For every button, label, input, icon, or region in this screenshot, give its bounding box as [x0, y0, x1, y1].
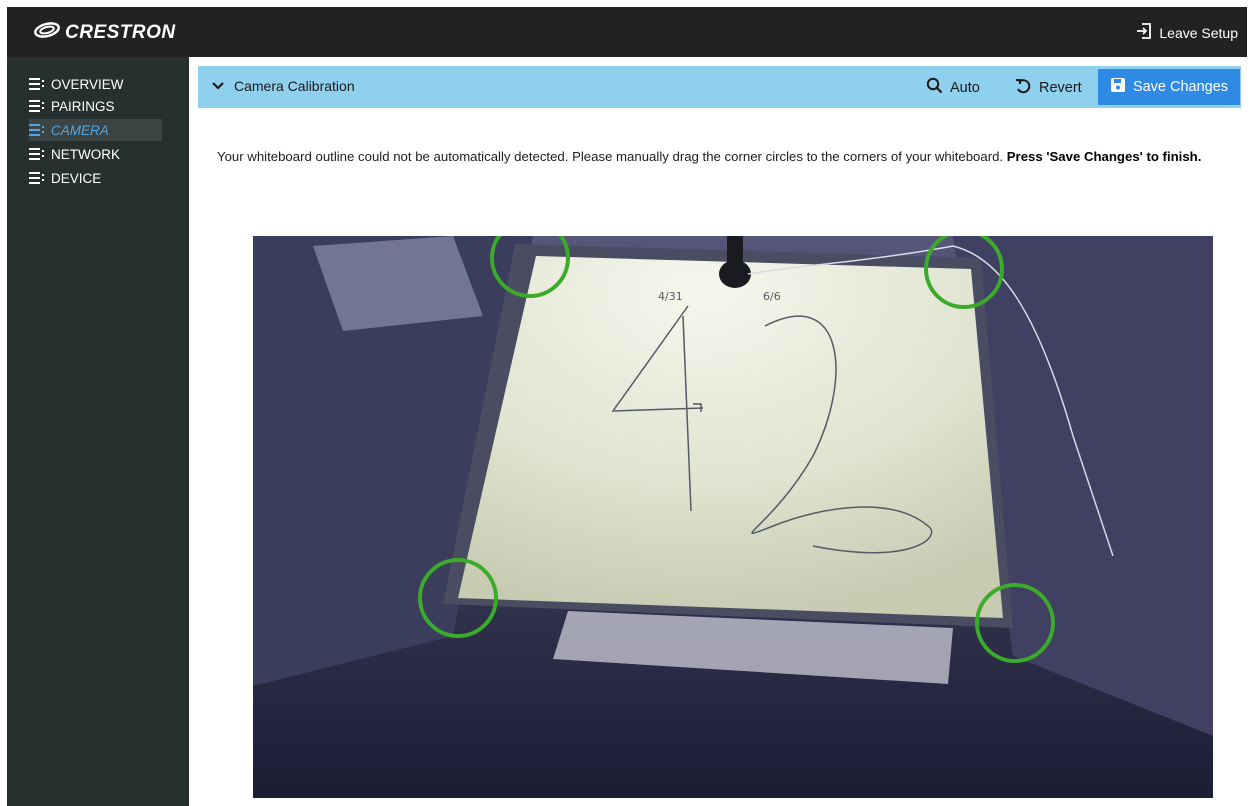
- crestron-swirl-icon: [33, 21, 61, 44]
- sidebar-item-device[interactable]: DEVICE: [29, 167, 101, 189]
- auto-button[interactable]: Auto: [926, 77, 980, 98]
- menu-icon: [29, 78, 45, 90]
- menu-icon: [29, 124, 45, 136]
- calibration-title: Camera Calibration: [234, 78, 355, 94]
- leave-setup-button[interactable]: Leave Setup: [1135, 22, 1238, 43]
- sidebar-item-pairings[interactable]: PAIRINGS: [29, 95, 115, 117]
- sidebar: OVERVIEW PAIRINGS CAMERA NETWORK DEVICE: [7, 57, 189, 806]
- save-changes-button[interactable]: Save Changes: [1098, 69, 1240, 105]
- leave-setup-label: Leave Setup: [1159, 24, 1238, 41]
- sidebar-item-label: PAIRINGS: [51, 98, 115, 114]
- instruction-normal: Your whiteboard outline could not be aut…: [217, 149, 1004, 164]
- sidebar-item-label: CAMERA: [51, 122, 109, 138]
- crestron-logo: CRESTRON: [33, 21, 176, 44]
- menu-icon: [29, 100, 45, 112]
- undo-icon: [1014, 77, 1032, 99]
- camera-image: 4/31 6/6: [253, 236, 1213, 798]
- camera-view: 4/31 6/6: [253, 236, 1213, 798]
- revert-button[interactable]: Revert: [1014, 77, 1082, 99]
- sidebar-item-network[interactable]: NETWORK: [29, 143, 120, 165]
- calibration-toggle[interactable]: Camera Calibration: [212, 78, 355, 94]
- auto-label: Auto: [950, 79, 980, 96]
- board-note-2: 6/6: [763, 290, 781, 303]
- instruction-bold: Press 'Save Changes' to finish.: [1006, 149, 1202, 164]
- sidebar-item-label: NETWORK: [51, 146, 120, 162]
- brand-name: CRESTRON: [65, 21, 176, 43]
- floppy-disk-icon: [1110, 77, 1126, 97]
- sidebar-item-label: DEVICE: [51, 170, 102, 186]
- calibration-header: Camera Calibration Auto Revert Save Chan…: [198, 66, 1241, 108]
- main-content: Camera Calibration Auto Revert Save Chan…: [189, 57, 1247, 806]
- sidebar-item-camera[interactable]: CAMERA: [29, 119, 162, 141]
- search-icon: [926, 77, 943, 98]
- sidebar-item-label: OVERVIEW: [51, 76, 124, 92]
- board-note-1: 4/31: [658, 290, 683, 303]
- menu-icon: [29, 148, 45, 160]
- menu-icon: [29, 172, 45, 184]
- sidebar-item-overview[interactable]: OVERVIEW: [29, 73, 124, 95]
- chevron-down-icon: [212, 78, 224, 94]
- save-label: Save Changes: [1132, 79, 1229, 95]
- top-bar: CRESTRON Leave Setup: [7, 7, 1247, 57]
- instruction-text: Your whiteboard outline could not be aut…: [217, 149, 1247, 164]
- revert-label: Revert: [1039, 80, 1082, 96]
- exit-icon: [1135, 22, 1153, 43]
